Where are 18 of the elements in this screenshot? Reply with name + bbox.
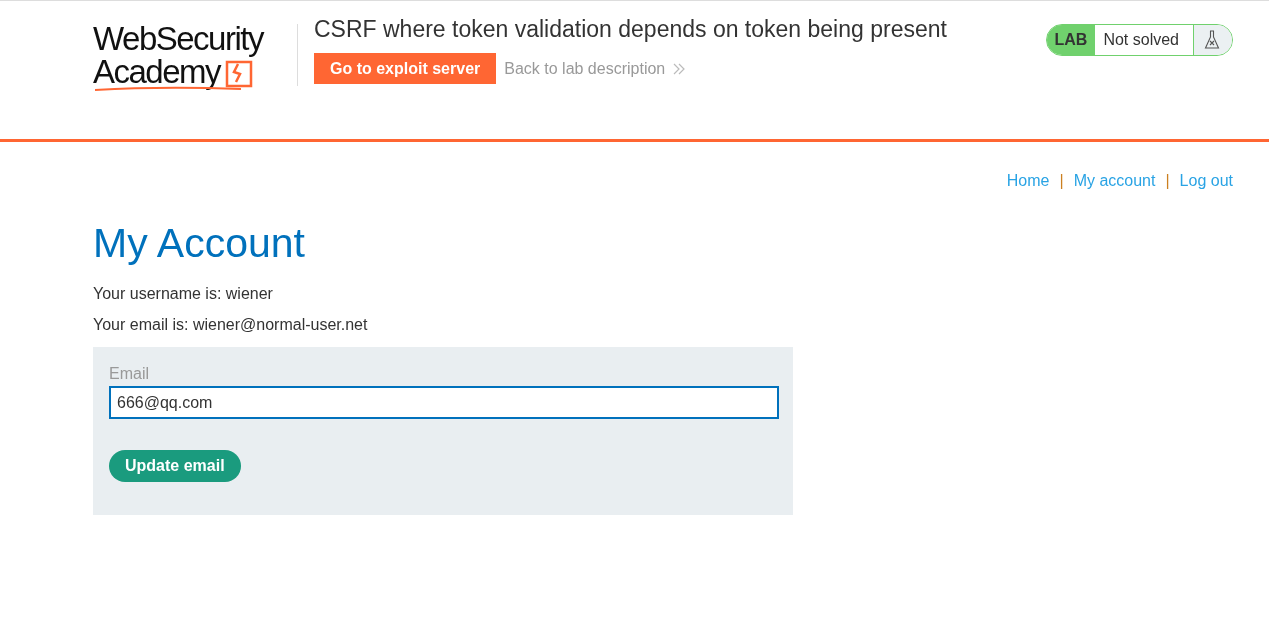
lab-badge: LAB — [1046, 25, 1096, 55]
nav-separator: | — [1165, 172, 1170, 190]
email-label: Email — [109, 365, 149, 383]
nav-link[interactable]: Home — [1006, 172, 1050, 190]
nav-separator: | — [1059, 172, 1064, 190]
update-email-button[interactable]: Update email — [109, 450, 241, 482]
page-title: My Account — [93, 220, 306, 267]
email-input[interactable]: 666@qq.com — [109, 386, 779, 419]
logo[interactable]: WebSecurity Academy — [93, 16, 293, 92]
double-chevron-icon — [673, 62, 686, 75]
lab-title: CSRF where token validation depends on token being present — [314, 16, 948, 43]
flask-icon — [1204, 30, 1220, 50]
exploit-server-button[interactable]: Go to exploit server — [314, 53, 497, 84]
back-link[interactable]: Back to lab description — [504, 59, 666, 78]
account-info-text: Your email is: wiener@normal-user.net — [93, 316, 369, 334]
nav-link[interactable]: Log out — [1179, 172, 1233, 190]
nav-link[interactable]: My account — [1073, 172, 1156, 190]
account-info-text: Your username is: wiener — [93, 285, 274, 303]
